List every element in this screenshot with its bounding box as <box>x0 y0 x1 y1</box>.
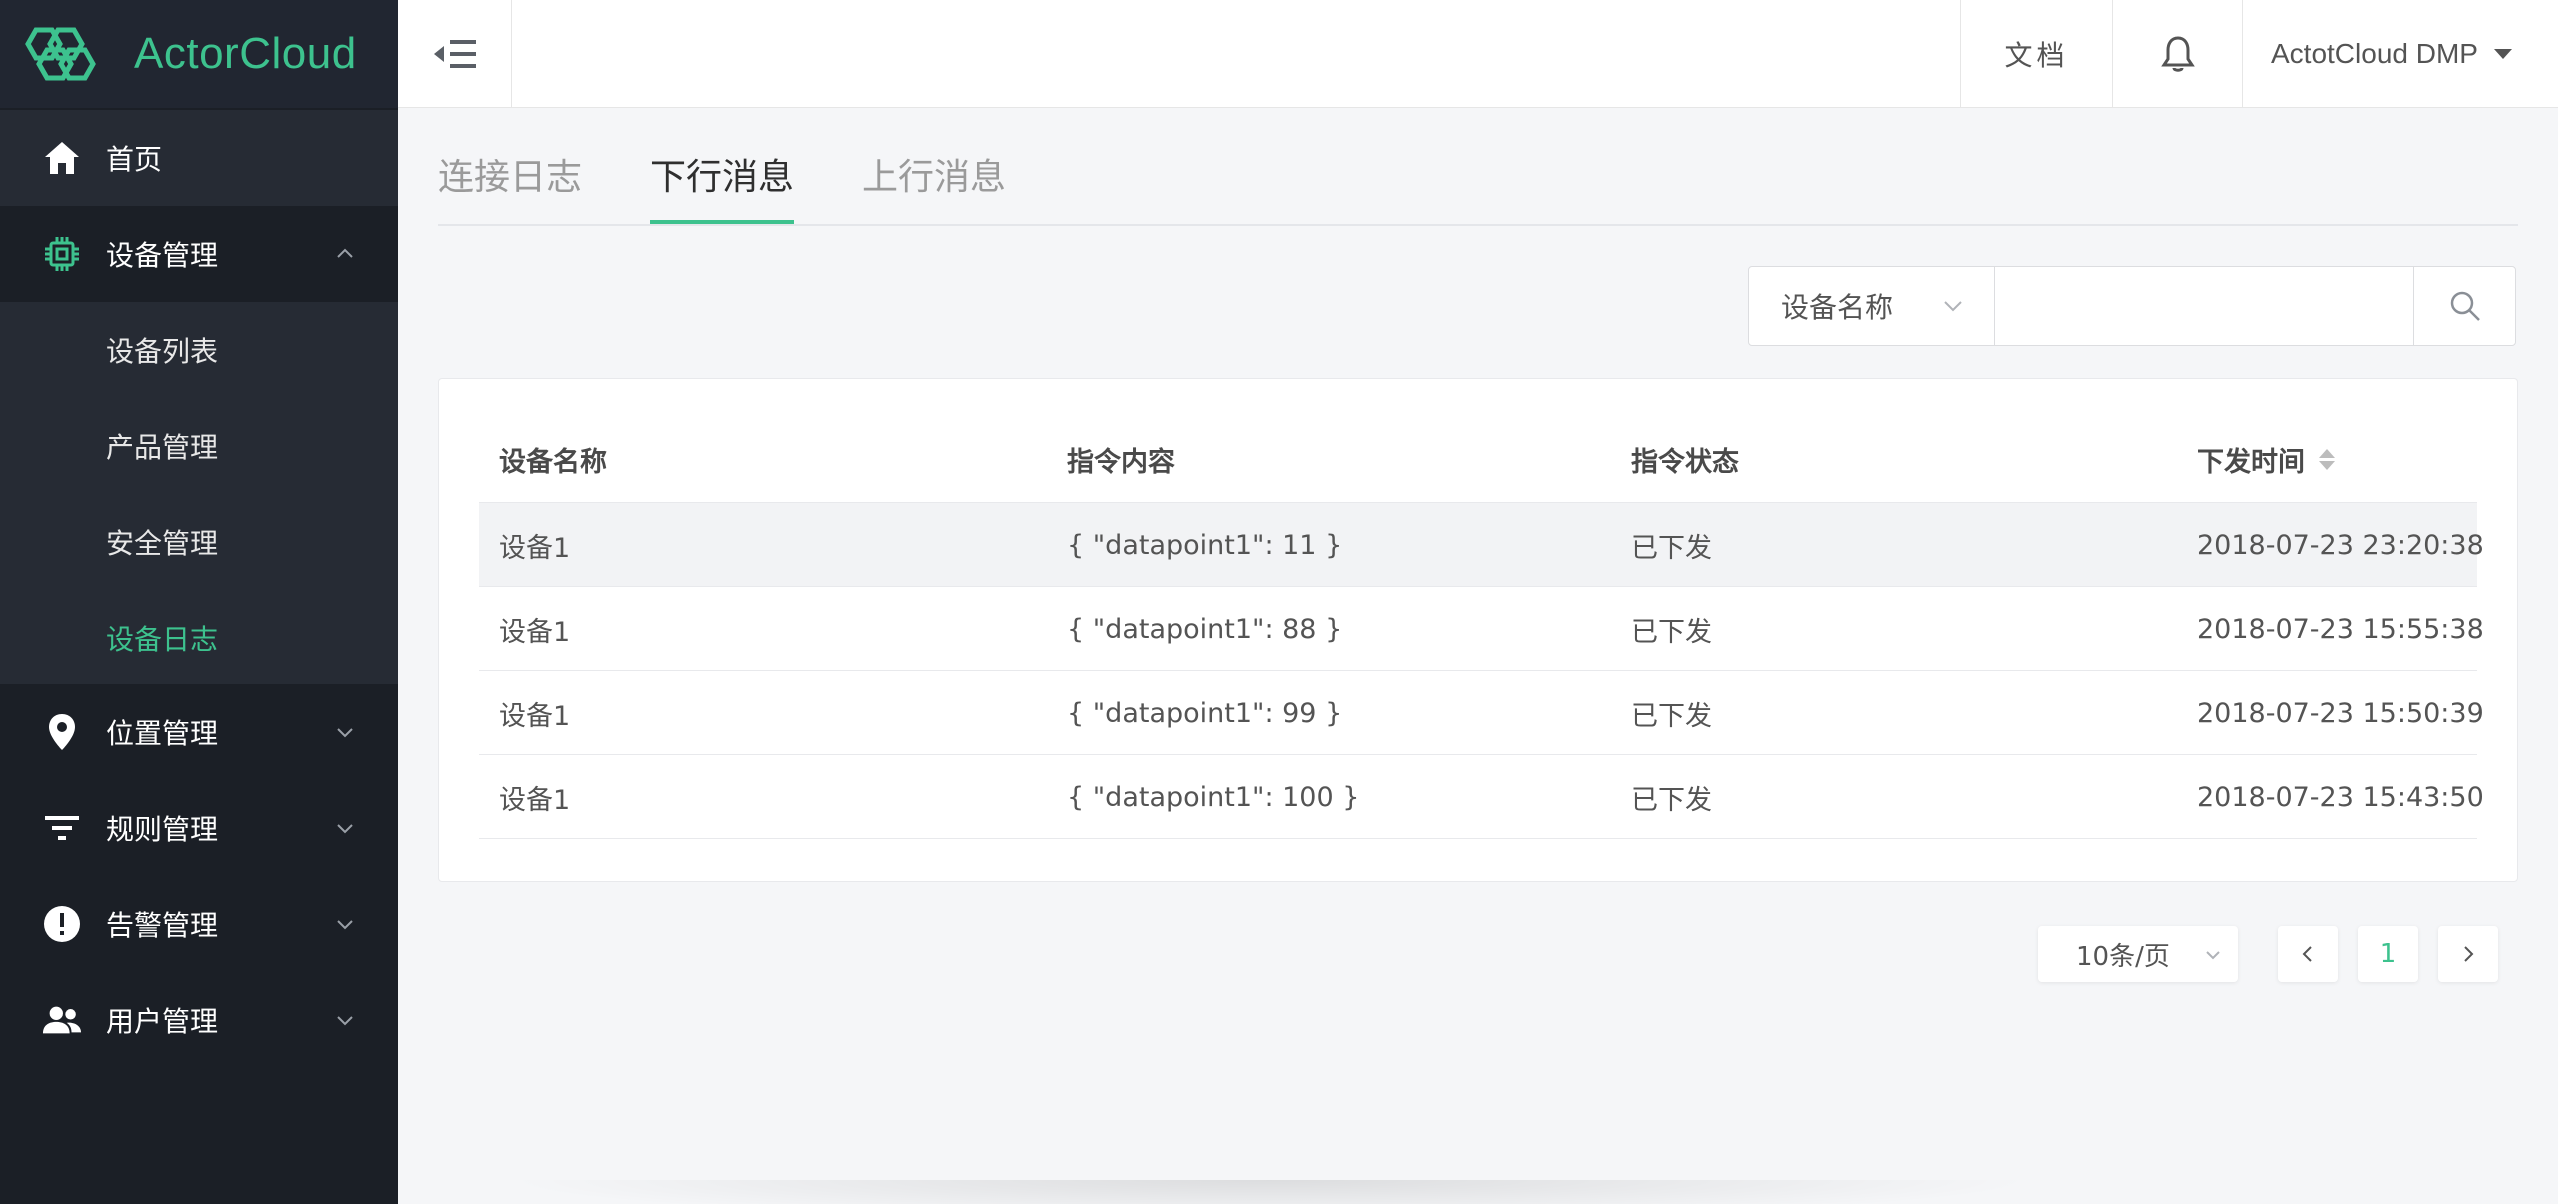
downlink-messages-table: 设备名称 指令内容 指令状态 下发时间 设备1 { "datapoint1": … <box>479 415 2484 839</box>
sidebar-item-label: 设备列表 <box>106 335 219 368</box>
table-row[interactable]: 设备1 { "datapoint1": 11 } 已下发 2018-07-23 … <box>479 503 2484 587</box>
sidebar-item-label: 首页 <box>106 143 163 176</box>
cell-device-name: 设备1 <box>499 784 571 816</box>
tab-uplink-messages[interactable]: 上行消息 <box>862 148 1006 224</box>
search-input[interactable] <box>1995 267 2413 345</box>
table-row[interactable]: 设备1 { "datapoint1": 100 } 已下发 2018-07-23… <box>479 755 2484 839</box>
bell-icon <box>2160 36 2195 72</box>
logo-hexagons-icon <box>25 27 96 81</box>
alert-icon <box>42 904 82 944</box>
log-tabs: 连接日志 下行消息 上行消息 <box>438 138 2518 226</box>
notifications-button[interactable] <box>2112 0 2242 108</box>
cell-command-status: 已下发 <box>1631 616 1712 648</box>
sidebar-item-label: 告警管理 <box>106 909 219 942</box>
cell-sent-time: 2018-07-23 15:43:50 <box>2197 781 2484 813</box>
chevron-down-icon <box>337 1016 353 1026</box>
page-number-button[interactable]: 1 <box>2358 926 2418 982</box>
sidebar-item-label: 设备日志 <box>106 623 219 656</box>
cell-device-name: 设备1 <box>499 616 571 648</box>
cell-command-content: { "datapoint1": 99 } <box>1067 697 1343 729</box>
cell-sent-time: 2018-07-23 23:20:38 <box>2197 529 2484 561</box>
chevron-right-icon <box>2464 946 2474 962</box>
sidebar-item-device-logs[interactable]: 设备日志 <box>0 590 398 686</box>
search-field-select[interactable]: 设备名称 <box>1749 267 1995 345</box>
tab-connection-log[interactable]: 连接日志 <box>438 148 582 224</box>
sort-icon[interactable] <box>2319 448 2335 470</box>
chevron-up-icon <box>337 248 353 258</box>
column-header-label: 下发时间 <box>2197 446 2305 478</box>
sidebar-item-label: 产品管理 <box>106 431 219 464</box>
search-icon <box>2450 291 2480 321</box>
search-bar: 设备名称 <box>1748 266 2516 346</box>
chevron-down-icon <box>337 920 353 930</box>
cell-device-name: 设备1 <box>499 700 571 732</box>
page-size-select[interactable]: 10条/页 <box>2038 926 2238 982</box>
cell-sent-time: 2018-07-23 15:50:39 <box>2197 697 2484 729</box>
page-size-value: 10条/页 <box>2076 941 2170 972</box>
sidebar-item-label: 安全管理 <box>106 527 219 560</box>
location-pin-icon <box>42 712 82 752</box>
user-name: ActotCloud DMP <box>2271 38 2478 69</box>
sidebar-item-device-management[interactable]: 设备管理 <box>0 206 398 302</box>
logo-text: ActorCloud <box>134 29 357 78</box>
column-header-sent-time[interactable]: 下发时间 <box>2197 415 2335 503</box>
sidebar-item-label: 规则管理 <box>106 813 219 846</box>
previous-page-button[interactable] <box>2278 926 2338 982</box>
home-icon <box>42 138 82 178</box>
column-header-command-content: 指令内容 <box>1067 446 1175 478</box>
logo[interactable]: ActorCloud <box>0 0 398 108</box>
search-button[interactable] <box>2413 267 2515 345</box>
chevron-down-icon <box>1944 301 1962 312</box>
tab-downlink-messages[interactable]: 下行消息 <box>650 148 794 224</box>
sidebar: ActorCloud 首页 设备管理 设备列表 产品管理 安全管理 设备日志 位… <box>0 0 398 1204</box>
sidebar-item-rule-management[interactable]: 规则管理 <box>0 780 398 876</box>
cell-command-status: 已下发 <box>1631 784 1712 816</box>
chevron-down-icon <box>2206 951 2220 960</box>
device-submenu: 设备列表 产品管理 安全管理 设备日志 <box>0 302 398 684</box>
cell-command-status: 已下发 <box>1631 532 1712 564</box>
user-menu[interactable]: ActotCloud DMP <box>2242 0 2558 108</box>
top-header: 文档 ActotCloud DMP <box>398 0 2558 108</box>
chip-icon <box>42 234 82 274</box>
cell-command-content: { "datapoint1": 88 } <box>1067 613 1343 645</box>
cell-command-content: { "datapoint1": 100 } <box>1067 781 1360 813</box>
sidebar-item-device-list[interactable]: 设备列表 <box>0 302 398 398</box>
chevron-down-icon <box>337 824 353 834</box>
table-card: 设备名称 指令内容 指令状态 下发时间 设备1 { "datapoint1": … <box>438 378 2518 882</box>
menu-collapse-icon <box>433 40 476 68</box>
filter-icon <box>42 808 82 848</box>
table-header: 设备名称 指令内容 指令状态 下发时间 <box>479 415 2477 503</box>
sidebar-item-location-management[interactable]: 位置管理 <box>0 684 398 780</box>
sidebar-item-product-management[interactable]: 产品管理 <box>0 398 398 494</box>
footer-shadow <box>500 1180 2040 1204</box>
table-row[interactable]: 设备1 { "datapoint1": 88 } 已下发 2018-07-23 … <box>479 587 2484 671</box>
sidebar-item-home[interactable]: 首页 <box>0 110 398 206</box>
active-tab-indicator <box>650 220 794 224</box>
column-header-device-name: 设备名称 <box>499 446 607 478</box>
cell-command-content: { "datapoint1": 11 } <box>1067 529 1343 561</box>
sidebar-item-label: 设备管理 <box>106 239 219 272</box>
search-field-value: 设备名称 <box>1781 291 1894 324</box>
column-header-command-status: 指令状态 <box>1631 446 1739 478</box>
table-row[interactable]: 设备1 { "datapoint1": 99 } 已下发 2018-07-23 … <box>479 671 2484 755</box>
users-icon <box>42 1000 82 1040</box>
caret-down-icon <box>2493 49 2512 59</box>
cell-device-name: 设备1 <box>499 532 571 564</box>
collapse-sidebar-button[interactable] <box>398 0 512 108</box>
sidebar-item-user-management[interactable]: 用户管理 <box>0 972 398 1068</box>
chevron-left-icon <box>2302 946 2312 962</box>
sidebar-item-alarm-management[interactable]: 告警管理 <box>0 876 398 972</box>
docs-link[interactable]: 文档 <box>1960 0 2112 108</box>
sidebar-item-label: 位置管理 <box>106 717 219 750</box>
next-page-button[interactable] <box>2438 926 2498 982</box>
sidebar-item-label: 用户管理 <box>106 1005 219 1038</box>
chevron-down-icon <box>337 728 353 738</box>
sidebar-item-security-management[interactable]: 安全管理 <box>0 494 398 590</box>
cell-sent-time: 2018-07-23 15:55:38 <box>2197 613 2484 645</box>
cell-command-status: 已下发 <box>1631 700 1712 732</box>
